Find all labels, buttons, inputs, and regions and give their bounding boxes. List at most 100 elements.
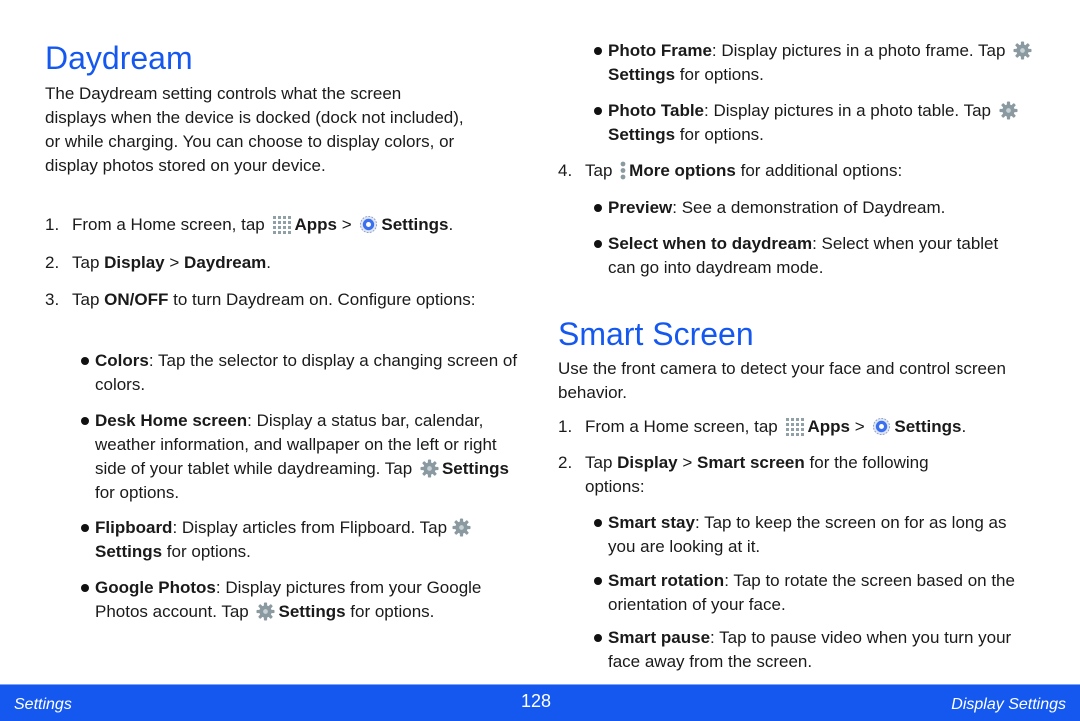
smart-step-1: 1. From a Home screen, tap Apps > Settin… [558,415,1065,439]
step-number: 1. [45,215,60,234]
settings-label: Settings [95,542,163,561]
option-text: for options. [95,483,180,502]
separator: > [341,215,352,234]
smart-step-2: 2. Tap Display > Smart screen for the fo… [558,451,985,499]
settings-label: Settings [894,417,962,436]
separator: > [682,453,693,472]
bullet-dot [594,240,602,248]
bullet-dot [81,524,89,532]
step-number: 1. [558,417,573,436]
option-name: Preview [608,198,673,217]
step-text: Tap [585,161,613,180]
option-name: Colors [95,351,149,370]
daydream-label: Daydream [184,253,267,272]
step-text: Tap [72,253,100,272]
apps-grid-icon [785,417,805,436]
option-text: for options. [679,65,764,84]
option-name: Flipboard [95,518,173,537]
step-number: 2. [558,453,573,472]
step-text: for additional options: [740,161,903,180]
settings-label: Settings [441,459,510,478]
apps-label: Apps [294,215,337,234]
option-name: Smart rotation [608,571,725,590]
option-desk-home-screen: Desk Home screen: Display a status bar, … [81,409,525,505]
gear-icon [256,602,276,621]
daydream-intro: The Daydream setting controls what the s… [45,84,464,175]
footer-section: Display Settings [951,696,1066,713]
option-smart-stay: Smart stay: Tap to keep the screen on fo… [594,511,1028,559]
smart-screen-label: Smart screen [697,453,805,472]
option-smart-pause: Smart pause: Tap to pause video when you… [594,626,1048,674]
smart-screen-intro: Use the front camera to detect your face… [558,359,1006,402]
section-title-daydream: Daydream [45,40,193,76]
step-text: to turn Daydream on. Configure options: [173,290,476,309]
punct: . [448,215,454,234]
separator: > [169,253,180,272]
option-text: for options. [166,542,251,561]
option-smart-rotation: Smart rotation: Tap to rotate the screen… [594,569,1048,617]
settings-label: Settings [608,125,676,144]
page-footer: Settings 128 Display Settings [0,684,1080,721]
option-text: : See a demonstration of Daydream. [672,198,946,217]
settings-label: Settings [278,602,346,621]
section-title-smart-screen: Smart Screen [558,316,754,352]
punct: . [266,253,271,272]
daydream-step-1: 1. From a Home screen, tap Apps > Settin… [45,213,542,237]
more-options-icon [619,161,627,180]
bullet-dot [81,357,89,365]
settings-app-icon [872,417,891,436]
footer-chapter: Settings [14,696,72,713]
bullet-dot [594,204,602,212]
daydream-step-2: 2. Tap Display > Daydream. [45,251,271,275]
option-text: : Display pictures in a photo table. Tap [704,101,991,120]
option-name: Smart stay [608,513,695,532]
option-name: Desk Home screen [95,411,248,430]
gear-icon [999,101,1018,120]
apps-grid-icon [272,215,292,234]
step-number: 3. [45,290,60,309]
settings-label: Settings [381,215,449,234]
step-text: Tap [72,290,100,309]
punct: . [961,417,967,436]
settings-label: Settings [608,65,676,84]
daydream-step-3: 3. Tap ON/OFF to turn Daydream on. Confi… [45,288,492,312]
page-number: 128 [521,691,552,711]
display-label: Display [104,253,165,272]
option-photo-table: Photo Table: Display pictures in a photo… [594,99,1058,147]
step-text: From a Home screen, tap [585,417,778,436]
bullet-dot [81,417,89,425]
apps-label: Apps [807,417,850,436]
bullet-dot [594,107,602,115]
option-name: Smart pause [608,628,711,647]
bullet-dot [594,47,602,55]
display-label: Display [617,453,678,472]
step-text: From a Home screen, tap [72,215,265,234]
gear-icon [420,459,439,478]
bullet-dot [594,634,602,642]
option-text: : Tap the selector to display a changing… [95,351,518,394]
option-photo-frame: Photo Frame: Display pictures in a photo… [594,39,1058,87]
bullet-dot [594,519,602,527]
option-text: : Display articles from Flipboard. Tap [172,518,448,537]
separator: > [854,417,865,436]
daydream-step-4: 4. Tap More options for additional optio… [558,159,1055,183]
on-off-label: ON/OFF [104,290,169,309]
step-number: 4. [558,161,573,180]
option-flipboard: Flipboard: Display articles from Flipboa… [81,516,535,564]
option-text: : Display pictures in a photo frame. Tap [711,41,1006,60]
option-text: for options. [679,125,764,144]
option-colors: Colors: Tap the selector to display a ch… [81,349,535,397]
step-number: 2. [45,253,60,272]
option-preview: Preview: See a demonstration of Daydream… [594,196,1058,220]
option-name: Photo Frame [608,41,712,60]
more-options-label: More options [629,161,736,180]
gear-icon [1013,41,1032,60]
option-name: Google Photos [95,578,216,597]
bullet-dot [594,577,602,585]
gear-icon [452,518,471,537]
option-name: Photo Table [608,101,705,120]
option-name: Select when to daydream [608,234,813,253]
bullet-dot [81,584,89,592]
step-text: Tap [585,453,613,472]
settings-app-icon [359,215,378,234]
